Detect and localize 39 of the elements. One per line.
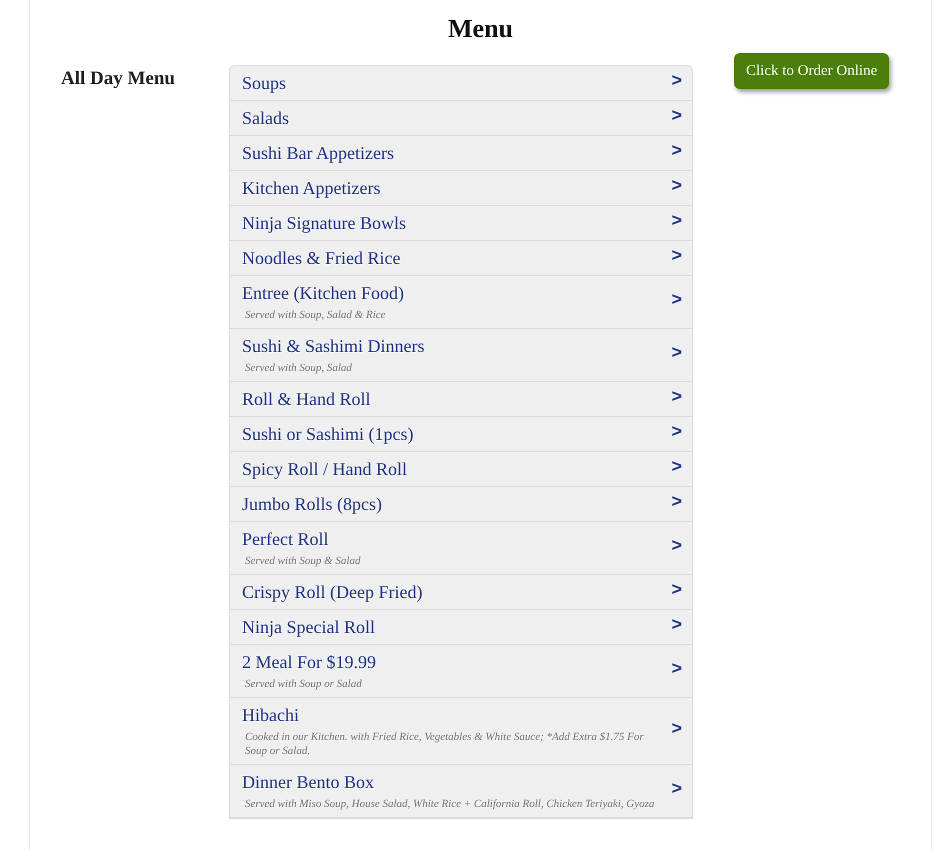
menu-category[interactable]: Perfect Roll Served with Soup & Salad >	[230, 522, 692, 575]
menu-category[interactable]: Ninja Signature Bowls >	[230, 206, 692, 241]
page-title: Menu	[447, 13, 514, 45]
chevron-icon: >	[671, 659, 682, 677]
chevron-icon: >	[671, 492, 682, 510]
menu-category[interactable]: Sushi or Sashimi (1pcs) >	[230, 417, 692, 452]
menu-category[interactable]: Soups >	[230, 66, 692, 101]
menu-category[interactable]: Noodles & Fried Rice >	[230, 241, 692, 276]
menu-category[interactable]: Kitchen Appetizers >	[230, 171, 692, 206]
order-online-button[interactable]: Click to Order Online	[734, 53, 890, 89]
menu-category[interactable]: 2 Meal For $19.99 Served with Soup or Salad >	[230, 645, 692, 698]
chevron-icon: >	[671, 211, 682, 229]
chevron-icon: >	[671, 290, 682, 308]
chevron-icon: >	[671, 580, 682, 598]
menu-category[interactable]: Sushi & Sashimi Dinners Served with Soup, Salad >	[230, 329, 692, 382]
chevron-icon: >	[671, 141, 682, 159]
menu-category[interactable]: Jumbo Rolls (8pcs) >	[230, 487, 692, 522]
chevron-icon: >	[671, 615, 682, 633]
chevron-icon: >	[671, 106, 682, 124]
menu-category[interactable]: Entree (Kitchen Food) Served with Soup, Salad & Rice >	[230, 276, 692, 329]
menu-category[interactable]: Sushi Bar Appetizers >	[230, 136, 692, 171]
chevron-icon: >	[671, 387, 682, 405]
chevron-icon: >	[671, 343, 682, 361]
chevron-icon: >	[671, 536, 682, 554]
chevron-icon: >	[671, 779, 682, 797]
section-title: All Day Menu	[61, 67, 176, 91]
chevron-icon: >	[671, 71, 682, 89]
menu-category[interactable]: Salads >	[230, 101, 692, 136]
menu-category[interactable]: Ninja Special Roll >	[230, 610, 692, 645]
chevron-icon: >	[671, 457, 682, 475]
chevron-icon: >	[671, 719, 682, 737]
menu-category[interactable]: Crispy Roll (Deep Fried) >	[230, 575, 692, 610]
chevron-icon: >	[671, 246, 682, 264]
menu-category[interactable]: Spicy Roll / Hand Roll >	[230, 452, 692, 487]
chevron-icon: >	[671, 422, 682, 440]
menu-category[interactable]: Roll & Hand Roll >	[230, 382, 692, 417]
menu-category[interactable]: Dinner Bento Box Served with Miso Soup, House Salad, White Rice + California Roll, Chicken Teriyaki, Gyoza >	[230, 765, 692, 818]
chevron-icon: >	[671, 176, 682, 194]
menu-category[interactable]: Hibachi Cooked in our Kitchen. with Fried Rice, Vegetables & White Sauce; *Add Extra $1.75 For Soup or Salad. >	[230, 698, 692, 765]
